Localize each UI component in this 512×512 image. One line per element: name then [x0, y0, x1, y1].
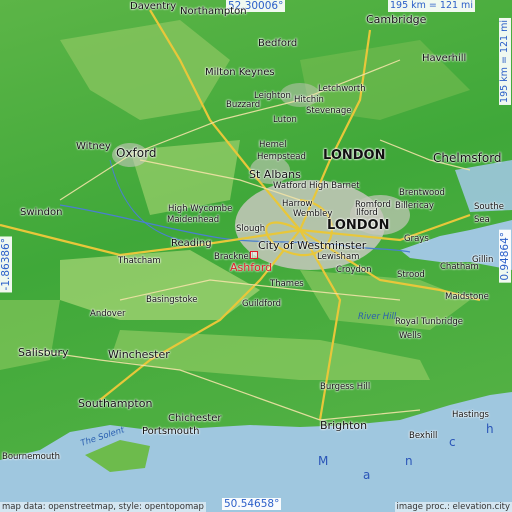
city-label: Luton: [273, 115, 297, 125]
city-label: Hemel: [259, 140, 287, 150]
city-label: Daventry: [130, 1, 177, 12]
city-label: Northampton: [180, 6, 247, 17]
city-label: High Barnet: [309, 181, 360, 191]
city-label: Wells: [399, 331, 422, 341]
city-label: Maidenhead: [167, 215, 220, 225]
city-label: Portsmouth: [142, 426, 200, 437]
city-label: Salisbury: [18, 346, 69, 359]
city-label: Burgess Hill: [320, 382, 371, 392]
channel-letter: c: [449, 435, 456, 449]
city-label: Bournemouth: [2, 452, 60, 462]
credit-left: map data: openstreetmap, style: opentopo…: [0, 502, 206, 512]
big-city-label: LONDON: [327, 218, 390, 233]
river-label: River Hill: [358, 312, 397, 322]
city-label: Milton Keynes: [205, 67, 275, 78]
city-label: Maidstone: [445, 292, 489, 302]
city-label: Reading: [171, 238, 212, 249]
channel-letter: M: [318, 454, 329, 468]
city-label: Winchester: [108, 348, 170, 361]
channel-letter: a: [363, 468, 371, 482]
city-label: Lewisham: [317, 252, 360, 262]
city-label: Leighton: [254, 91, 291, 101]
city-label: Chichester: [168, 413, 222, 424]
city-label: Thames: [270, 279, 304, 289]
left-longitude: -1.86386°: [0, 236, 12, 293]
scale-bar-top: 195 km = 121 mi: [388, 0, 475, 12]
city-label: Thatcham: [118, 256, 161, 266]
city-label: Basingstoke: [146, 295, 198, 305]
city-label: Strood: [397, 270, 425, 280]
city-label: Brighton: [320, 419, 368, 432]
city-label: Bedford: [258, 38, 298, 49]
city-label: Guildford: [242, 299, 282, 309]
city-label: High Wycombe: [168, 204, 233, 214]
city-label: Andover: [90, 309, 126, 319]
city-label: St Albans: [249, 168, 301, 181]
bottom-latitude: 50.54658°: [222, 498, 282, 510]
city-label: Chatham: [440, 262, 479, 272]
city-label: Oxford: [116, 146, 157, 160]
location-marker-icon[interactable]: [250, 251, 258, 259]
city-label: Brentwood: [399, 188, 445, 198]
city-label: Swindon: [20, 207, 63, 218]
right-longitude: 0.94864°: [499, 230, 511, 283]
city-label: Grays: [404, 234, 429, 244]
city-label: Bexhill: [409, 431, 438, 441]
channel-letter: n: [405, 454, 413, 468]
city-label: Haverhill: [422, 53, 467, 64]
city-label: Cambridge: [366, 13, 427, 26]
big-city-label-north: LONDON: [323, 148, 386, 163]
city-label: Chelmsford: [433, 151, 502, 165]
scale-bar-right: 195 km = 121 mi: [499, 18, 511, 105]
city-label: Watford: [273, 181, 307, 191]
city-label: Royal Tunbridge: [395, 317, 463, 327]
city-label: Southampton: [78, 397, 153, 410]
city-label: Letchworth: [318, 84, 366, 94]
city-label: Hastings: [452, 410, 489, 420]
map-canvas[interactable]: 52.30006° 50.54658° -1.86386° 0.94864° 1…: [0, 0, 512, 512]
channel-letter: h: [486, 422, 494, 436]
city-label: Sea: [474, 215, 490, 225]
marker-label: Ashford: [230, 261, 273, 274]
city-label: Slough: [236, 224, 266, 234]
city-label: City of Westminster: [258, 239, 367, 252]
city-label: Hitchin: [294, 95, 324, 105]
credit-right: image proc.: elevation.city: [394, 502, 512, 512]
city-label: Stevenage: [306, 106, 352, 116]
city-label: Witney: [76, 141, 111, 152]
city-label: Croydon: [336, 265, 372, 275]
city-label: Southe: [474, 202, 504, 212]
city-label: Billericay: [395, 201, 434, 211]
city-label: Hempstead: [257, 152, 306, 162]
